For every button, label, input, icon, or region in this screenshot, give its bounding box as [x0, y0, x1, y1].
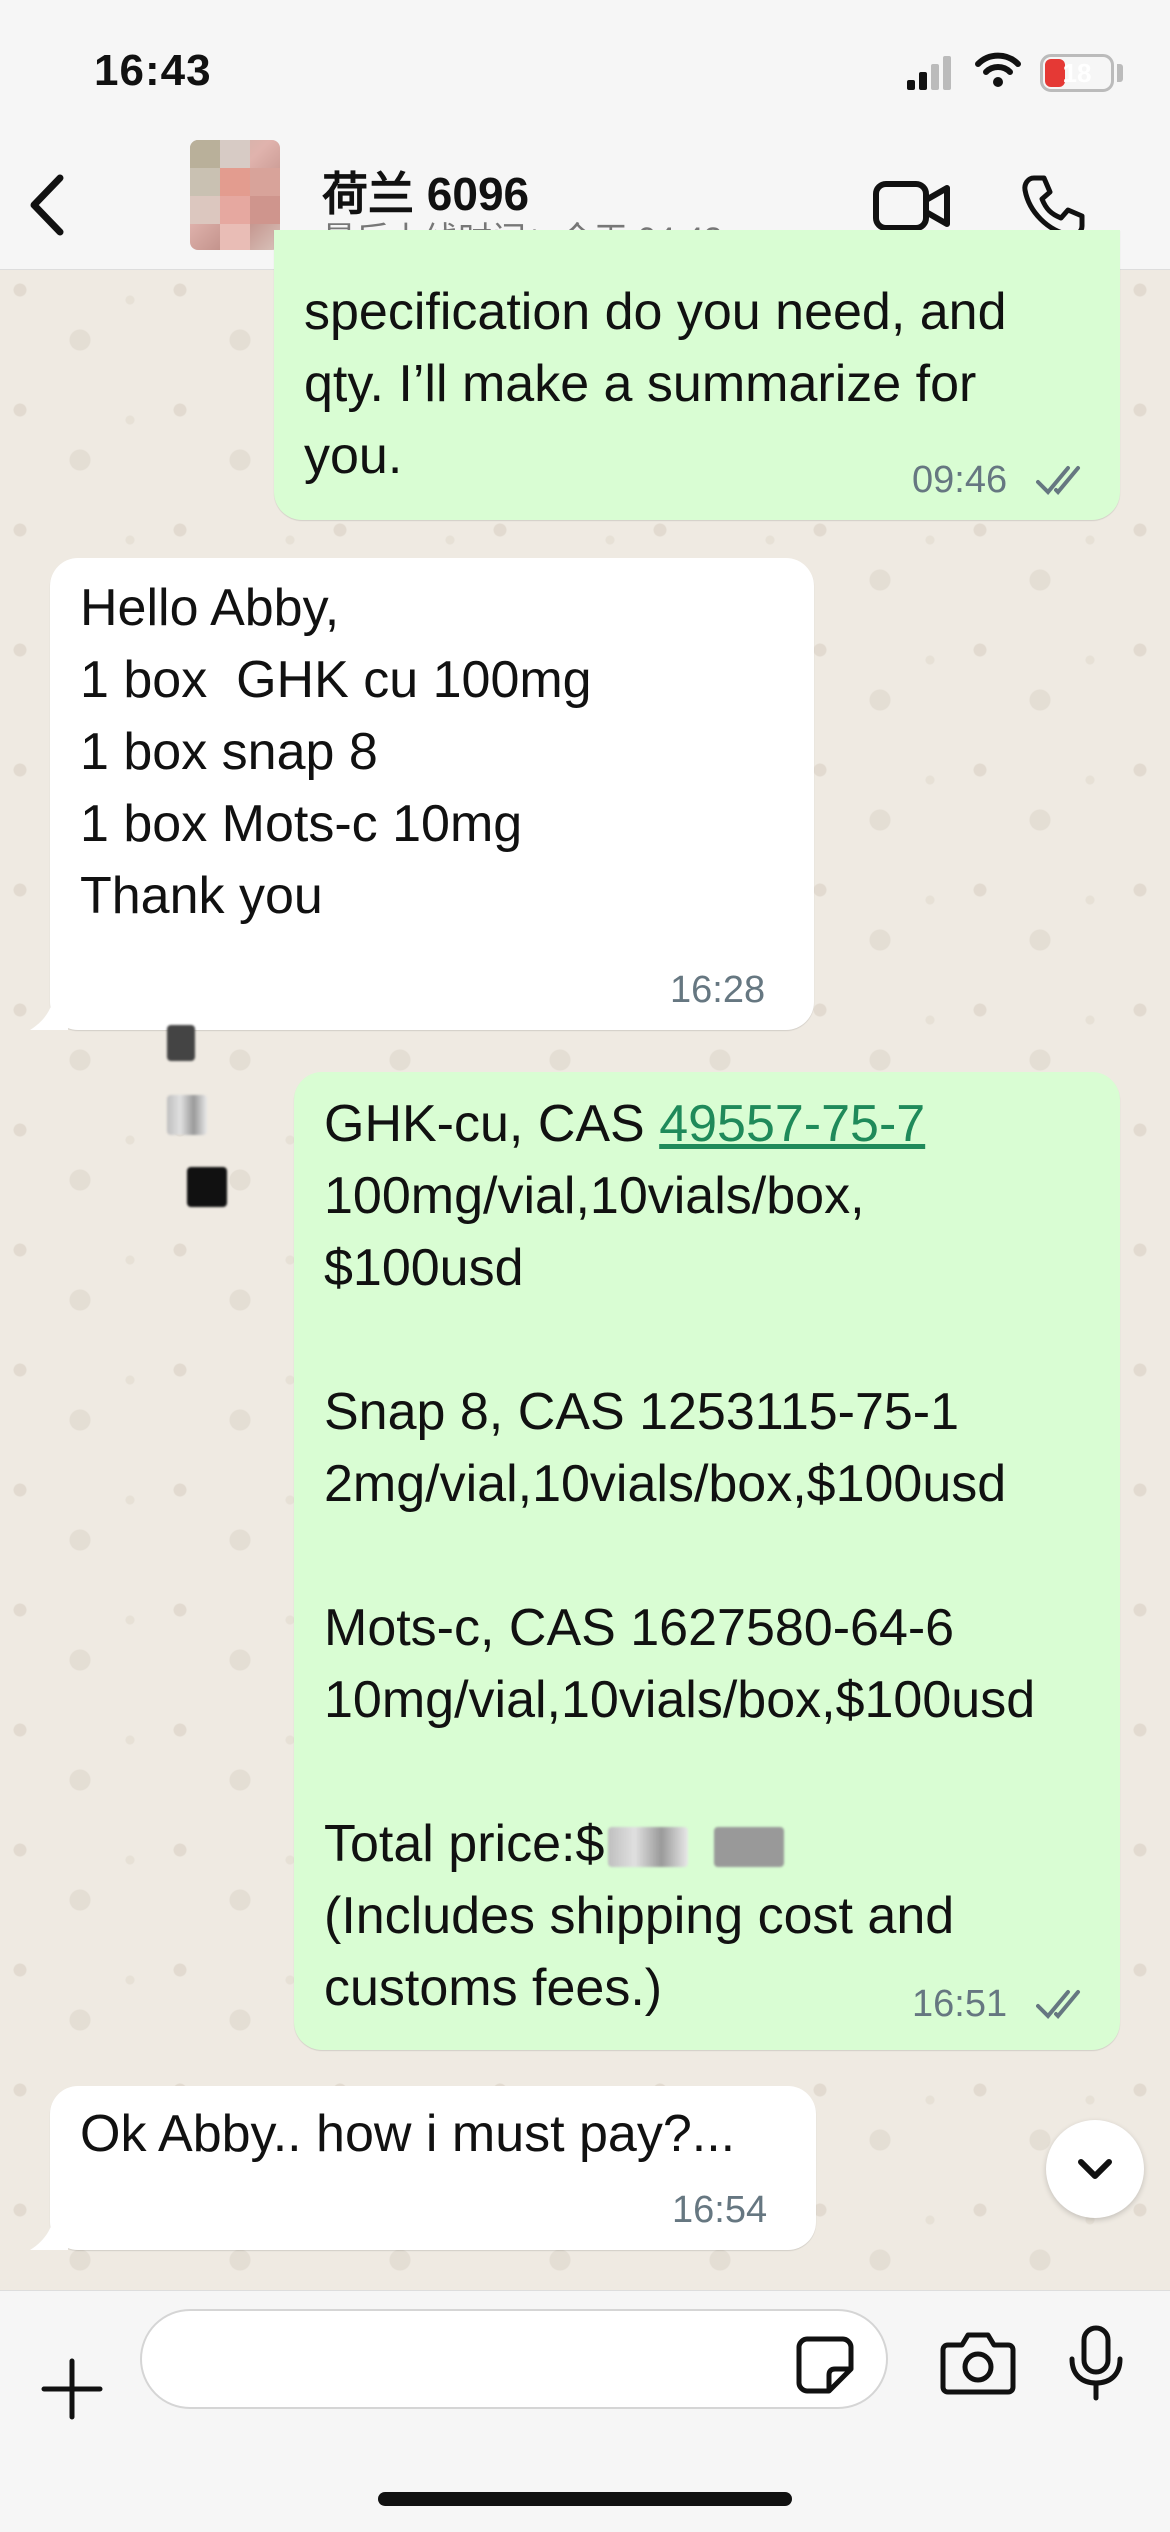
read-receipt-icon	[1036, 466, 1080, 495]
message-line: Snap 8, CAS 1253115-75-1	[324, 1383, 960, 1441]
plus-icon[interactable]	[40, 2357, 104, 2421]
message-incoming[interactable]: Ok Abby.. how i must pay?... 16:54	[50, 2086, 816, 2250]
message-line: you.	[304, 427, 403, 485]
battery-level: 18	[1062, 58, 1092, 88]
sticker-icon[interactable]	[795, 2335, 855, 2395]
message-time: 16:28	[670, 969, 766, 1011]
message-line	[324, 1736, 1035, 1808]
message-text: GHK-cu, CAS	[324, 1095, 660, 1153]
message-line	[324, 1520, 1035, 1592]
wifi-icon	[975, 52, 1021, 87]
total-price-label: Total price:$	[324, 1815, 605, 1873]
message-input[interactable]	[140, 2309, 888, 2409]
battery-icon: 18	[1040, 54, 1114, 92]
message-outgoing[interactable]: GHK-cu, CAS 49557-75-7 100mg/vial,10vial…	[294, 1072, 1120, 2050]
video-camera-icon[interactable]	[873, 176, 951, 236]
message-line: 1 box Mots-c 10mg	[80, 795, 523, 853]
chevron-down-icon	[1078, 2159, 1112, 2179]
message-line: 2mg/vial,10vials/box,$100usd	[324, 1455, 1007, 1513]
home-indicator[interactable]	[378, 2492, 792, 2506]
message-line: qty. I’ll make a summarize for	[304, 355, 977, 413]
message-line: Mots-c, CAS 1627580-64-6	[324, 1599, 955, 1657]
cas-number-link[interactable]: 49557-75-7	[659, 1095, 925, 1153]
redacted-price	[608, 1827, 689, 1868]
status-bar: 16:43 18	[0, 0, 1170, 140]
message-time: 16:54	[672, 2189, 768, 2231]
microphone-icon[interactable]	[1066, 2325, 1126, 2401]
bubble-tail	[30, 2210, 68, 2250]
message-line: GHK-cu, CAS 49557-75-7	[324, 1088, 1035, 1160]
avatar[interactable]	[190, 140, 280, 250]
message-outgoing[interactable]: specification do you need, and qty. I’ll…	[274, 230, 1120, 520]
scroll-to-bottom-button[interactable]	[1046, 2120, 1144, 2218]
message-line: 1 box snap 8	[80, 723, 378, 781]
message-incoming[interactable]: Hello Abby, 1 box GHK cu 100mg 1 box sna…	[50, 558, 814, 1208]
message-time: 09:46	[912, 459, 1008, 501]
bubble-tail	[30, 990, 68, 1030]
camera-icon[interactable]	[940, 2329, 1016, 2395]
message-line: 10mg/vial,10vials/box,$100usd	[324, 1671, 1036, 1729]
back-chevron-icon[interactable]	[22, 170, 72, 240]
message-line	[324, 1304, 1035, 1376]
message-line: 100mg/vial,10vials/box,	[324, 1167, 865, 1225]
cellular-signal-icon	[907, 56, 951, 90]
message-line: Hello Abby,	[80, 579, 340, 637]
message-line: 1 box GHK cu 100mg	[80, 651, 592, 709]
message-line: Ok Abby.. how i must pay?...	[80, 2105, 736, 2163]
message-line: $100usd	[324, 1239, 524, 1297]
status-time: 16:43	[94, 46, 212, 95]
message-line: specification do you need, and	[304, 283, 1007, 341]
message-line: Total price:$	[324, 1808, 1035, 1880]
read-receipt-icon	[1036, 1990, 1080, 2019]
message-line: (Includes shipping cost and	[324, 1887, 955, 1945]
message-time: 16:51	[912, 1983, 1008, 2025]
message-line: Thank you	[80, 867, 323, 925]
